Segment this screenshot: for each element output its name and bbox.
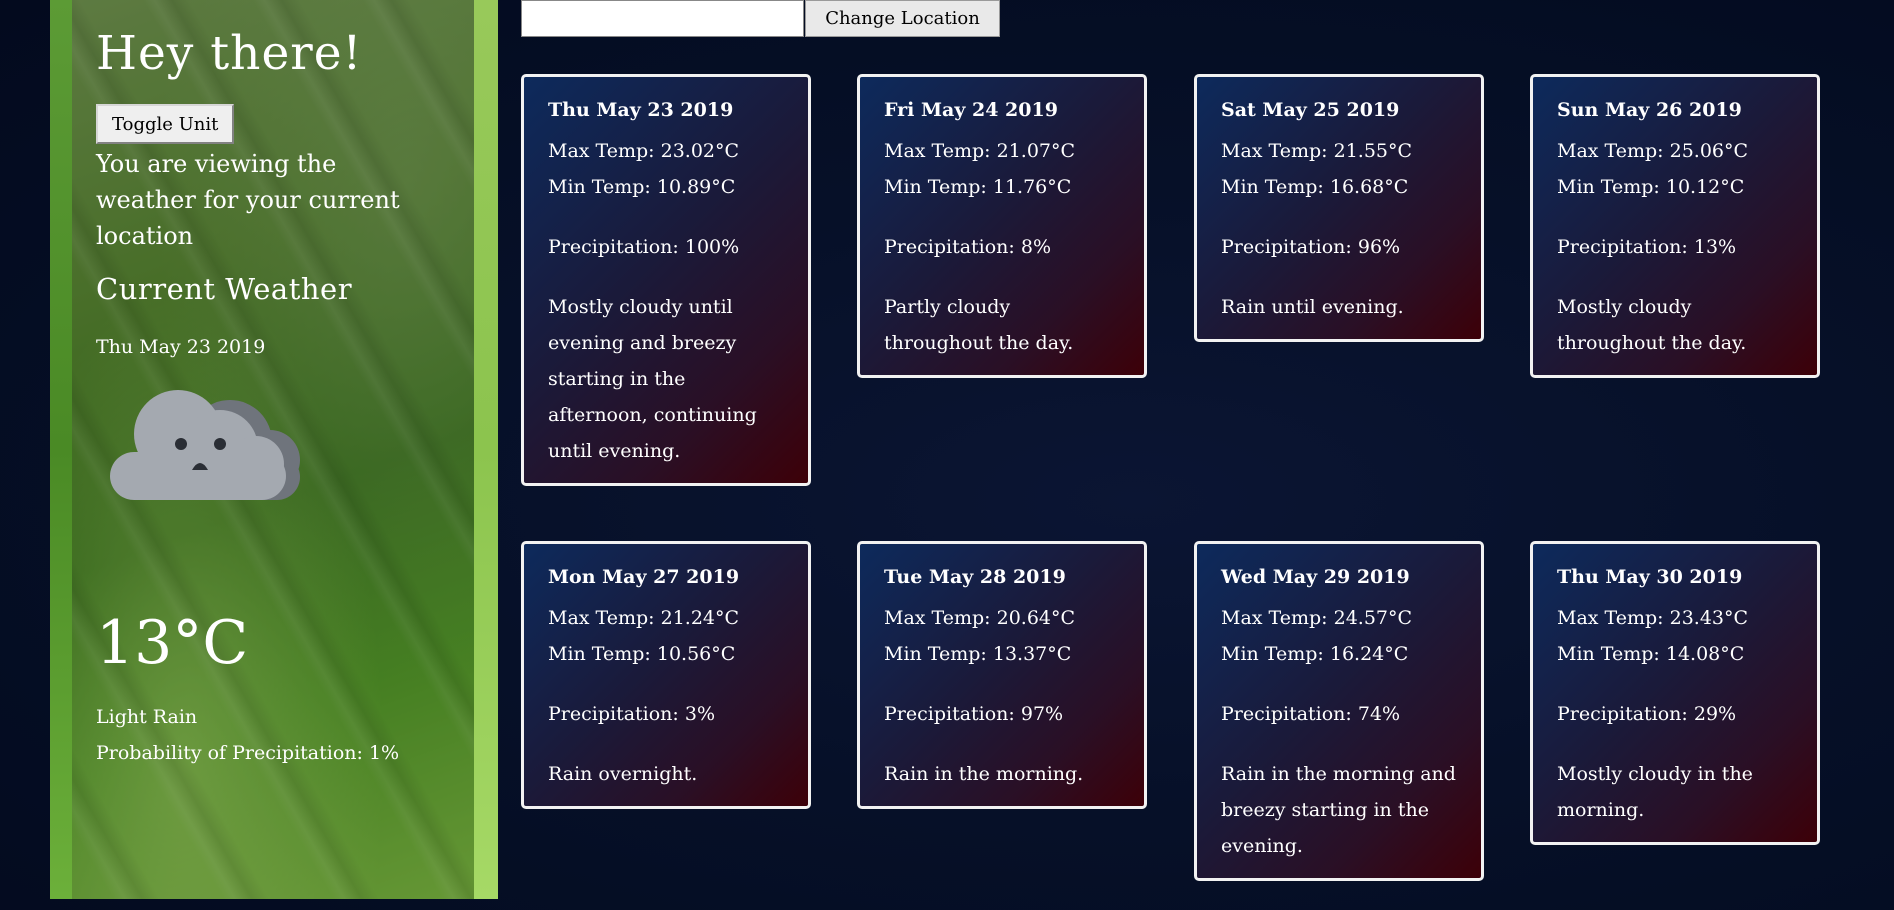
forecast-min-temp: Min Temp: 10.56°C [548,643,736,665]
forecast-card-2: Fri May 24 2019 Max Temp: 21.07°C Min Te… [857,74,1147,378]
cloud-body-shape [110,390,286,500]
forecast-day: Thu May 23 2019 [548,99,734,121]
forecast-day: Thu May 30 2019 [1557,566,1743,588]
forecast-min-temp: Min Temp: 16.68°C [1221,176,1409,198]
sidebar-edge-right [474,0,498,899]
forecast-min-temp: Min Temp: 11.76°C [884,176,1072,198]
forecast-description: Rain in the morning and breezy starting … [1221,763,1456,857]
forecast-precipitation: Precipitation: 3% [548,703,716,725]
forecast-precipitation: Precipitation: 8% [884,236,1052,258]
current-summary: Light Rain [96,706,198,728]
forecast-card-8: Thu May 30 2019 Max Temp: 23.43°C Min Te… [1530,541,1820,845]
forecast-max-temp: Max Temp: 21.24°C [548,607,740,629]
forecast-card-6: Tue May 28 2019 Max Temp: 20.64°C Min Te… [857,541,1147,809]
forecast-day: Sun May 26 2019 [1557,99,1742,121]
current-weather-heading: Current Weather [96,272,353,306]
forecast-max-temp: Max Temp: 25.06°C [1557,140,1749,162]
change-location-button[interactable]: Change Location [805,0,1000,37]
current-precipitation: Probability of Precipitation: 1% [96,742,400,764]
forecast-max-temp: Max Temp: 21.55°C [1221,140,1413,162]
forecast-max-temp: Max Temp: 24.57°C [1221,607,1413,629]
forecast-description: Mostly cloudy in the morning. [1557,763,1753,821]
forecast-description: Partly cloudy throughout the day. [884,296,1074,354]
forecast-min-temp: Min Temp: 10.89°C [548,176,736,198]
current-date: Thu May 23 2019 [96,336,266,358]
location-note: You are viewing the weather for your cur… [96,150,400,250]
current-temperature: 13°C [96,608,249,678]
forecast-min-temp: Min Temp: 10.12°C [1557,176,1745,198]
forecast-precipitation: Precipitation: 29% [1557,703,1737,725]
forecast-card-7: Wed May 29 2019 Max Temp: 24.57°C Min Te… [1194,541,1484,881]
cloud-left-eye [175,438,187,450]
forecast-precipitation: Precipitation: 74% [1221,703,1401,725]
forecast-card-5: Mon May 27 2019 Max Temp: 21.24°C Min Te… [521,541,811,809]
forecast-description: Rain in the morning. [884,763,1084,785]
forecast-day: Wed May 29 2019 [1221,566,1410,588]
forecast-max-temp: Max Temp: 23.43°C [1557,607,1749,629]
forecast-day: Sat May 25 2019 [1221,99,1400,121]
forecast-card-3: Sat May 25 2019 Max Temp: 21.55°C Min Te… [1194,74,1484,342]
forecast-day: Tue May 28 2019 [884,566,1066,588]
sidebar: Hey there! Toggle Unit You are viewing t… [50,0,498,899]
forecast-min-temp: Min Temp: 13.37°C [884,643,1072,665]
forecast-precipitation: Precipitation: 100% [548,236,740,258]
forecast-description: Mostly cloudy throughout the day. [1557,296,1747,354]
forecast-precipitation: Precipitation: 96% [1221,236,1401,258]
forecast-card-4: Sun May 26 2019 Max Temp: 25.06°C Min Te… [1530,74,1820,378]
cloud-right-eye [214,438,226,450]
forecast-precipitation: Precipitation: 13% [1557,236,1737,258]
forecast-card-1: Thu May 23 2019 Max Temp: 23.02°C Min Te… [521,74,811,486]
forecast-min-temp: Min Temp: 14.08°C [1557,643,1745,665]
forecast-day: Mon May 27 2019 [548,566,740,588]
forecast-max-temp: Max Temp: 21.07°C [884,140,1076,162]
forecast-max-temp: Max Temp: 23.02°C [548,140,740,162]
forecast-min-temp: Min Temp: 16.24°C [1221,643,1409,665]
forecast-day: Fri May 24 2019 [884,99,1058,121]
toggle-unit-button[interactable]: Toggle Unit [96,104,235,144]
forecast-max-temp: Max Temp: 20.64°C [884,607,1076,629]
forecast-description: Rain until evening. [1221,296,1404,318]
cloud-sad-face-icon [110,390,300,500]
location-input[interactable] [521,0,804,37]
forecast-description: Mostly cloudy until evening and breezy s… [548,296,757,462]
forecast-precipitation: Precipitation: 97% [884,703,1064,725]
greeting-heading: Hey there! [96,26,363,81]
forecast-description: Rain overnight. [548,763,698,785]
sidebar-edge-left [50,0,72,899]
